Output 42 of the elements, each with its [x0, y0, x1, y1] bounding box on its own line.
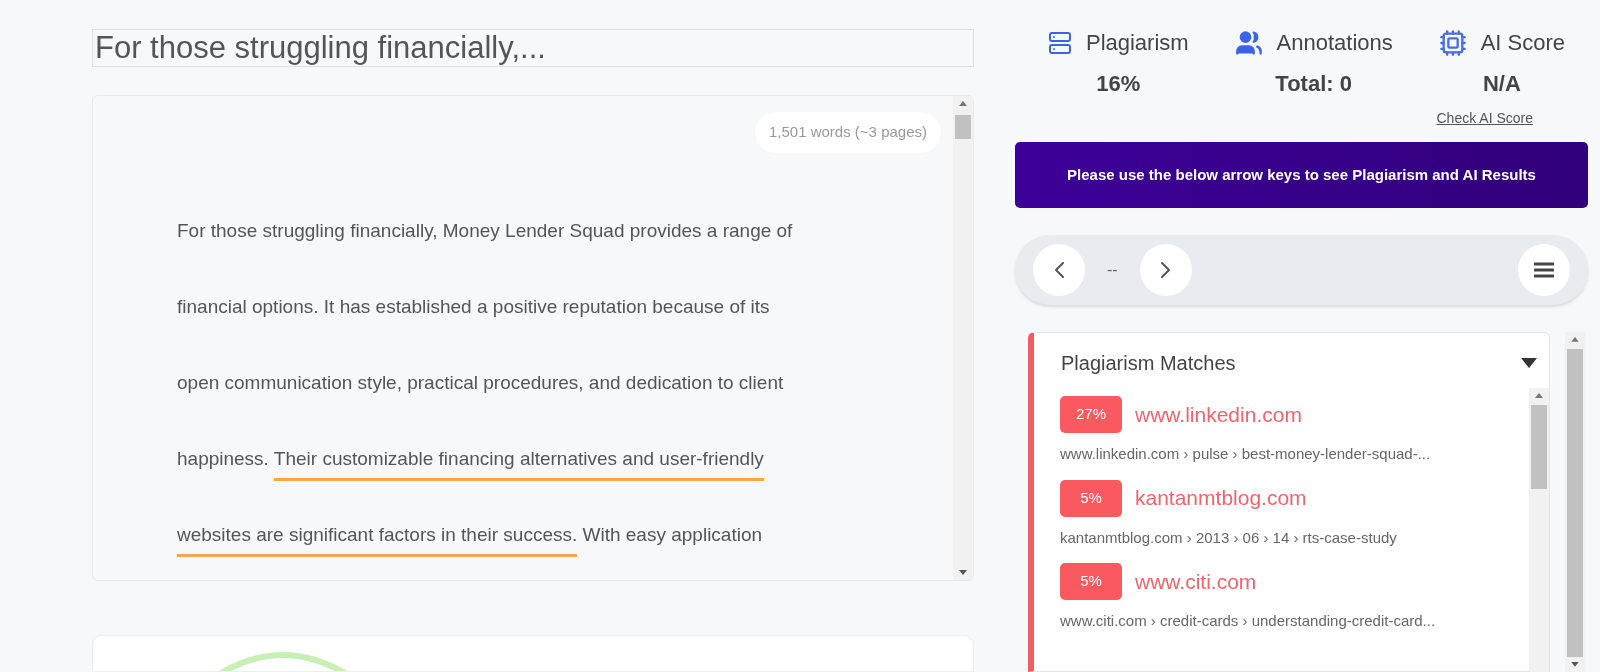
match-percent-badge: 5%: [1060, 563, 1122, 600]
people-icon: [1234, 28, 1263, 57]
scroll-up-arrow-icon[interactable]: [959, 101, 967, 106]
title-field[interactable]: For those struggling financially,...: [92, 29, 974, 67]
scroll-down-arrow-icon[interactable]: [959, 570, 967, 575]
instruction-banner: Please use the below arrow keys to see Plagiarism and AI Results: [1015, 142, 1588, 208]
scroll-down-arrow-icon[interactable]: [1571, 662, 1579, 667]
panel-title: Plagiarism Matches: [1061, 351, 1236, 376]
scrollbar-thumb[interactable]: [1567, 348, 1583, 658]
scroll-up-arrow-icon[interactable]: [1535, 393, 1543, 398]
match-site-link[interactable]: www.linkedin.com: [1135, 398, 1302, 431]
scrollbar[interactable]: [953, 96, 973, 580]
chip-icon: [1438, 28, 1467, 57]
stat-label: AI Score: [1480, 29, 1566, 57]
match-percent-badge: 5%: [1060, 479, 1122, 517]
menu-icon: [1534, 261, 1554, 278]
scrollbar-thumb[interactable]: [955, 115, 971, 139]
stat-label: Annotations: [1276, 29, 1393, 57]
scroll-up-arrow-icon[interactable]: [1571, 337, 1579, 342]
menu-button[interactable]: [1518, 243, 1570, 296]
previous-button[interactable]: [1033, 243, 1085, 296]
check-ai-score-link[interactable]: Check AI Score: [1436, 108, 1533, 129]
match-site-link[interactable]: www.citi.com: [1135, 565, 1257, 598]
match-url: www.citi.com › credit-cards › understanding-credit-card...: [1060, 611, 1437, 631]
scrollbar[interactable]: [1529, 388, 1549, 672]
server-stack-icon: [1047, 30, 1072, 55]
stat-label: Plagiarism: [1085, 29, 1189, 57]
caret-down-icon[interactable]: [1521, 358, 1537, 368]
word-count: 1,501 words (~3 pages): [755, 112, 941, 153]
chevron-right-icon: [1161, 261, 1171, 278]
scrollbar[interactable]: [1565, 332, 1585, 672]
match-url: kantanmtblog.com › 2013 › 06 › 14 › rts-case-study: [1060, 527, 1398, 548]
document-text: For those struggling financially, Money Lender Squad provides a range of financial options. It has established a positive reputation because of its open communication style, practical procedures, and dedication to client happiness. Their customizable financing alternatives and user-friendly websites are significant factors in their success. With easy application: [177, 192, 953, 573]
stat-value: 16%: [1096, 70, 1141, 98]
match-url: www.linkedin.com › pulse › best-money-lender-squad-...: [1060, 444, 1432, 464]
chevron-left-icon: [1054, 261, 1064, 278]
position-indicator: --: [1107, 259, 1118, 280]
scrollbar-thumb[interactable]: [1531, 405, 1547, 489]
stat-value: Total: 0: [1275, 70, 1352, 98]
match-site-link[interactable]: kantanmtblog.com: [1135, 482, 1307, 514]
match-percent-badge: 27%: [1060, 396, 1122, 433]
stat-value: N/A: [1482, 70, 1521, 98]
